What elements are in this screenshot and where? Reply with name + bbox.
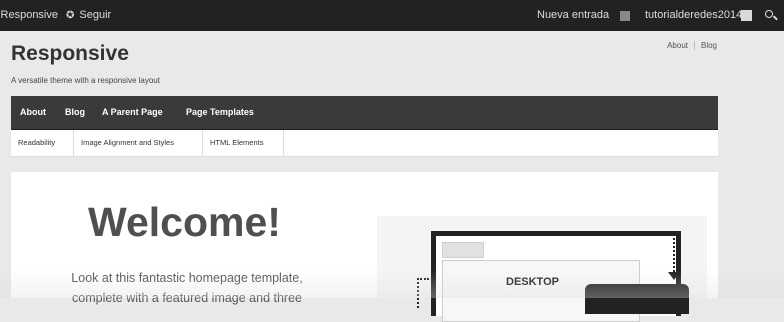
menu-item-page-templates[interactable]: Page Templates xyxy=(186,96,254,129)
admin-bar-site-name: Responsive xyxy=(0,9,58,21)
monitor-header-bar xyxy=(442,242,484,258)
username: tutorialderedes2014 xyxy=(645,9,743,21)
desktop-label: DESKTOP xyxy=(506,276,559,288)
dotted-connector xyxy=(673,234,675,272)
new-entry-label: Nueva entrada xyxy=(537,9,610,21)
featured-image: DESKTOP xyxy=(377,216,707,322)
new-entry-button[interactable]: Nueva entrada xyxy=(537,0,609,31)
follow-button[interactable]: ✪ Seguir xyxy=(66,0,111,31)
submenu-divider xyxy=(73,130,74,156)
follow-label: Seguir xyxy=(79,9,112,21)
content-area: Welcome! Look at this fantastic homepage… xyxy=(11,172,718,322)
notifications-icon[interactable] xyxy=(620,11,630,21)
menu-item-parent-page[interactable]: A Parent Page xyxy=(102,96,163,129)
top-menu: About Blog xyxy=(667,41,717,51)
submenu-item-image-alignment[interactable]: Image Alignment and Styles xyxy=(81,130,174,156)
admin-bar-site-link[interactable]: Responsive xyxy=(0,0,58,31)
site-title[interactable]: Responsive xyxy=(11,42,129,66)
user-menu[interactable]: tutorialderedes2014 xyxy=(645,0,742,31)
menu-item-blog[interactable]: Blog xyxy=(65,96,85,129)
arrow-down-icon xyxy=(668,272,680,280)
site-tagline: A versatile theme with a responsive layo… xyxy=(11,76,160,85)
dotted-connector xyxy=(417,278,419,308)
star-icon: ✪ xyxy=(66,10,75,21)
submenu-divider xyxy=(202,130,203,156)
welcome-heading: Welcome! xyxy=(88,199,281,245)
top-menu-divider xyxy=(693,41,695,51)
search-button[interactable] xyxy=(763,0,779,31)
top-menu-blog[interactable]: Blog xyxy=(701,41,717,50)
tablet-graphic xyxy=(585,284,689,314)
intro-text: Look at this fantastic homepage template… xyxy=(71,271,303,305)
dotted-connector xyxy=(653,234,673,236)
submenu-item-html-elements[interactable]: HTML Elements xyxy=(210,130,264,156)
submenu-item-readability[interactable]: Readability xyxy=(18,130,55,156)
top-menu-about[interactable]: About xyxy=(667,41,688,50)
admin-bar: Responsive ✪ Seguir Nueva entrada tutoria… xyxy=(0,0,784,31)
menu-item-about[interactable]: About xyxy=(20,96,46,129)
sub-menu: Readability Image Alignment and Styles H… xyxy=(11,130,718,157)
search-icon xyxy=(765,10,773,18)
avatar[interactable] xyxy=(741,10,752,21)
main-menu: About Blog A Parent Page Page Templates xyxy=(11,96,718,130)
submenu-divider xyxy=(283,130,284,156)
